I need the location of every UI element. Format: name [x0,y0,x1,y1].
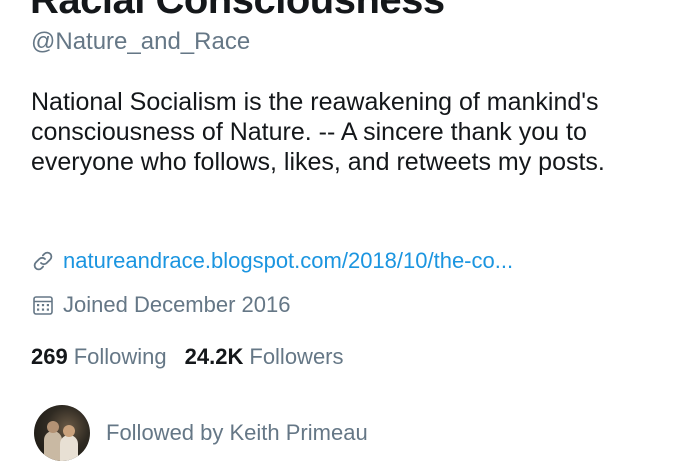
profile-bio: National Socialism is the reawakening of… [31,88,605,176]
followed-by[interactable]: Followed by Keith Primeau [34,405,368,461]
avatar [34,405,90,461]
following-stat[interactable]: 269 Following [31,344,167,370]
website-link[interactable]: natureandrace.blogspot.com/2018/10/the-c… [63,248,513,274]
calendar-icon [31,293,55,317]
profile-stats: 269 Following 24.2K Followers [31,344,344,370]
profile-handle: @Nature_and_Race [31,28,251,55]
followers-stat[interactable]: 24.2K Followers [185,344,344,370]
profile-joined: Joined December 2016 [31,292,290,318]
joined-date: Joined December 2016 [63,292,291,317]
followers-count: 24.2K [184,344,244,369]
followers-label: Followers [249,344,344,369]
link-icon [31,249,55,273]
following-count: 269 [31,344,68,369]
display-name: Racial Consciousness [30,0,445,22]
profile-website[interactable]: natureandrace.blogspot.com/2018/10/the-c… [31,248,513,274]
following-label: Following [73,344,167,369]
followed-by-text: Followed by Keith Primeau [106,420,368,445]
